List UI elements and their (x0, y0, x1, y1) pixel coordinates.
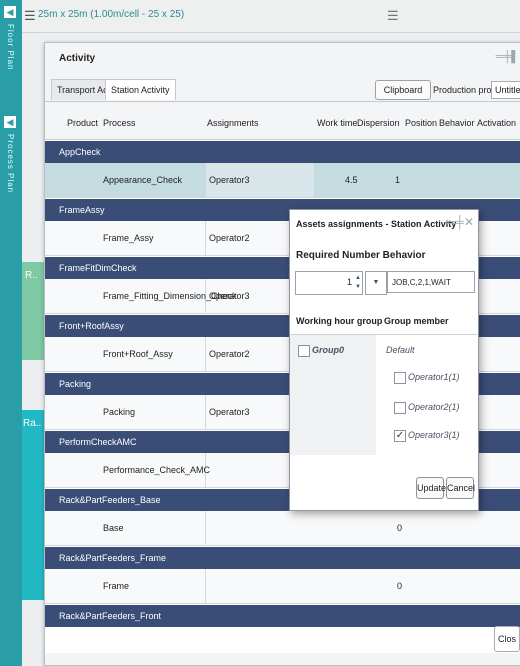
table-row[interactable]: Base 0 (45, 511, 520, 546)
member-checkbox-operator3[interactable]: ✓ (394, 430, 406, 442)
group-name: Front+RoofAssy (59, 321, 124, 331)
group-name: FrameFitDimCheck (59, 263, 137, 273)
assignment-cell[interactable]: Operator2 (209, 337, 250, 371)
process-cell: Frame_Assy (103, 233, 154, 243)
col-working-hour-group: Working hour group (296, 316, 383, 326)
floor-plan-tab[interactable]: ◀ Floor Plan (0, 0, 22, 120)
production-process-field[interactable]: Untitled (491, 81, 520, 99)
process-plan-icon: ◀ (4, 116, 16, 128)
col-position[interactable]: Position (405, 118, 437, 128)
group-name[interactable]: Group0 (312, 345, 344, 355)
update-button[interactable]: Update (416, 477, 446, 499)
left-sidebar: ◀ Floor Plan ◀ Process Plan (0, 0, 22, 666)
tab-station-activity[interactable]: Station Activity (105, 79, 176, 100)
menu-icon[interactable]: ☰ (24, 8, 36, 24)
work-time-cell: 4.5 (345, 175, 358, 185)
floor-plan-label-ra: Ra.. (23, 418, 42, 429)
process-cell: Base (103, 523, 124, 533)
menu-icon-right[interactable]: ☰ (387, 8, 399, 24)
group-name: Rack&PartFeeders_Frame (59, 553, 167, 563)
assignment-cell[interactable]: Operator3 (209, 395, 250, 429)
col-behavior[interactable]: Behavior (439, 118, 475, 128)
table-row[interactable]: Frame 0 (45, 569, 520, 604)
dialog-window-controls[interactable]: ═╪✕ (447, 215, 474, 229)
table-header: Product Process Assignments Work time Di… (45, 105, 520, 140)
cancel-button[interactable]: Cancel (446, 477, 475, 499)
group-name: Rack&PartFeeders_Front (59, 611, 162, 621)
required-number-value: 1 (346, 277, 352, 287)
group-name: Packing (59, 379, 92, 389)
group-name: FrameAssy (59, 205, 105, 215)
floor-plan-block-r: R.. (22, 262, 44, 360)
required-number-spinner[interactable]: 1 ▲ ▼ (295, 271, 363, 295)
assignment-cell[interactable]: Operator3 (209, 279, 250, 313)
col-process[interactable]: Process (103, 118, 136, 128)
close-button[interactable]: Clos (494, 626, 520, 652)
assignment-cell[interactable]: Operator2 (209, 221, 250, 255)
behavior-dropdown-icon[interactable]: ▼ (365, 271, 387, 295)
clipboard-text-button[interactable]: Clipboard text (375, 80, 431, 113)
col-dispersion[interactable]: Dispersion (357, 118, 400, 128)
process-plan-label: Process Plan (6, 134, 15, 194)
member-label: Operator1(1) (408, 372, 460, 382)
group-name: Rack&PartFeeders_Base (59, 495, 161, 505)
position-cell: 1 (395, 175, 401, 185)
process-cell: Front+Roof_Assy (103, 349, 173, 359)
col-activation[interactable]: Activation (477, 118, 516, 128)
member-checkbox-operator1[interactable] (394, 372, 406, 384)
default-label: Default (386, 345, 415, 355)
position-cell: 0 (397, 581, 403, 591)
working-hour-group-list: Group0 (290, 335, 376, 455)
col-product[interactable]: Product (67, 118, 98, 128)
dialog-title: Assets assignments - Station Activity (296, 219, 457, 229)
group-row[interactable]: Rack&PartFeeders_Frame (45, 547, 520, 569)
col-group-member: Group member (384, 316, 449, 326)
floor-plan-icon: ◀ (4, 6, 16, 18)
member-label: Operator3(1) (408, 430, 460, 440)
group-row[interactable]: Rack&PartFeeders_Front (45, 605, 520, 627)
col-assignments[interactable]: Assignments (207, 118, 259, 128)
process-cell: Frame (103, 581, 130, 591)
process-plan-tab[interactable]: ◀ Process Plan (0, 110, 22, 250)
group-row[interactable]: AppCheck (45, 141, 520, 163)
process-cell: Performance_Check_AMC (103, 465, 211, 475)
assets-assignments-dialog: Assets assignments - Station Activity ═╪… (289, 209, 479, 511)
group-checkbox[interactable] (298, 345, 310, 357)
col-work-time[interactable]: Work time (317, 118, 357, 128)
window-controls[interactable]: ═╪▌ (496, 51, 519, 63)
member-label: Operator2(1) (408, 402, 460, 412)
floor-plan-label-r: R.. (25, 270, 38, 281)
group-name: PerformCheckAMC (59, 437, 137, 447)
required-number-behavior-title: Required Number Behavior (296, 250, 426, 261)
behavior-field[interactable]: JOB,C,2,1,WAIT (387, 271, 475, 293)
grid-size-title: 25m x 25m (1.00m/cell - 25 x 25) (38, 9, 185, 20)
floor-plan-block-ra: Ra.. (22, 410, 44, 600)
group-name: AppCheck (59, 147, 101, 157)
member-checkbox-operator2[interactable] (394, 402, 406, 414)
process-cell: Packing (103, 407, 136, 417)
floor-plan-label: Floor Plan (6, 24, 15, 71)
position-cell: 0 (397, 523, 403, 533)
table-row[interactable]: Appearance_Check Operator3 4.5 1 (45, 163, 520, 198)
process-cell: Appearance_Check (103, 175, 183, 185)
assignment-cell[interactable]: Operator3 (206, 163, 314, 197)
spinner-arrows-icon[interactable]: ▲ ▼ (355, 274, 361, 292)
window-title: Activity (59, 53, 96, 64)
top-bar: ☰ 25m x 25m (1.00m/cell - 25 x 25) ☰ (22, 0, 520, 33)
